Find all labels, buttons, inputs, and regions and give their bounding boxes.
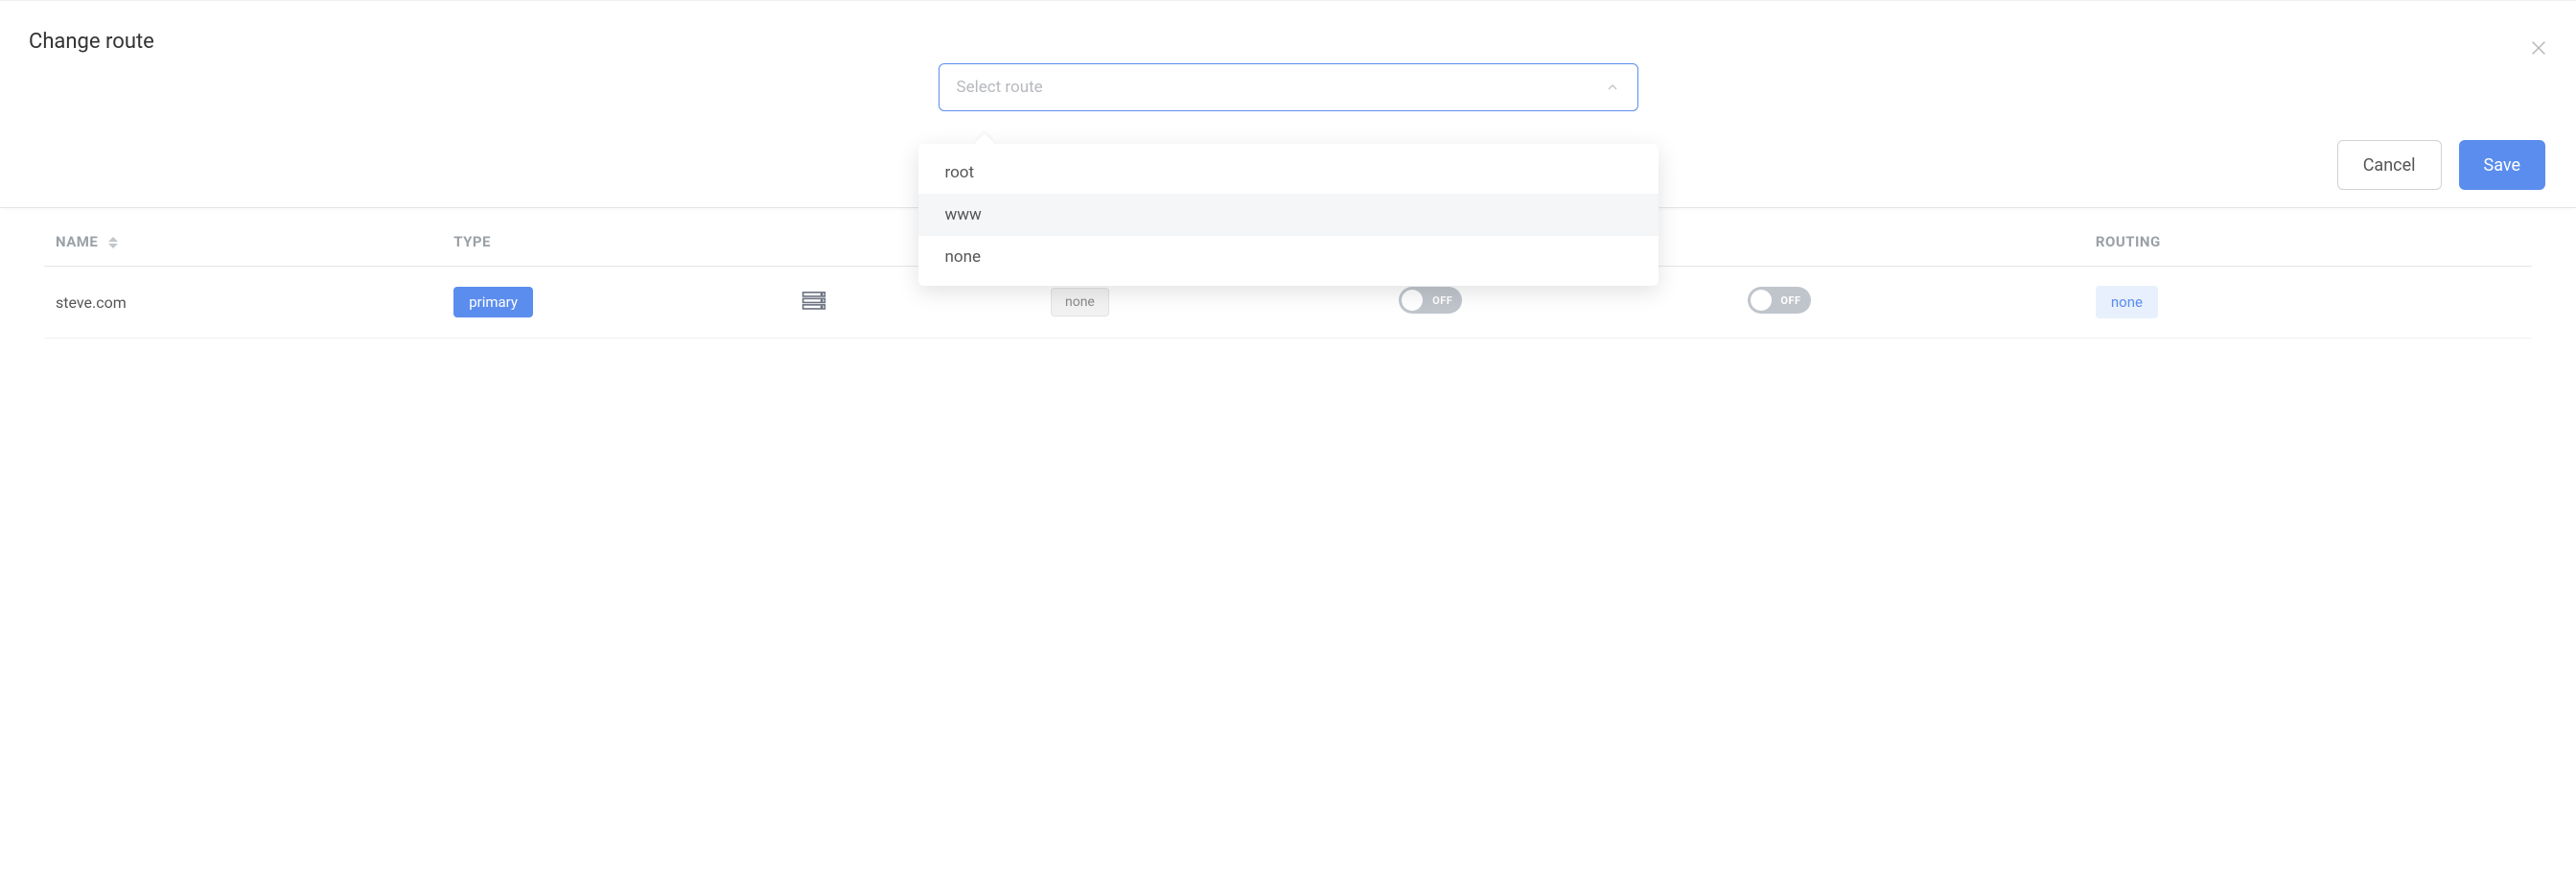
- type-tag: primary: [453, 287, 533, 317]
- routing-badge[interactable]: none: [2096, 286, 2158, 318]
- route-select-placeholder: Select route: [957, 78, 1043, 97]
- redirect-badge[interactable]: none: [1051, 288, 1109, 317]
- save-button[interactable]: Save: [2459, 140, 2546, 190]
- toggle-a-toggle[interactable]: OFF: [1399, 287, 1462, 314]
- cancel-button[interactable]: Cancel: [2337, 140, 2442, 190]
- col-routing: ROUTING: [2084, 218, 2532, 267]
- cell-name: steve.com: [44, 267, 442, 339]
- chevron-up-icon: [1605, 80, 1620, 95]
- col-name-label: NAME: [56, 233, 98, 250]
- cell-type: primary: [442, 267, 790, 339]
- close-button[interactable]: [2528, 37, 2549, 59]
- route-select[interactable]: Select route: [939, 63, 1638, 111]
- cell-toggle-b: OFF: [1736, 267, 2084, 339]
- toggle-b-toggle[interactable]: OFF: [1748, 287, 1811, 314]
- cell-routing: none: [2084, 267, 2532, 339]
- route-option-none[interactable]: none: [918, 236, 1659, 278]
- col-name[interactable]: NAME: [44, 218, 442, 267]
- route-option-root[interactable]: root: [918, 152, 1659, 194]
- col-toggle-b: [1736, 218, 2084, 267]
- route-select-dropdown: rootwwwnone: [918, 144, 1659, 286]
- modal-title: Change route: [29, 30, 2547, 54]
- sort-icon: [108, 237, 118, 248]
- col-type: TYPE: [442, 218, 790, 267]
- records-icon[interactable]: [801, 290, 826, 311]
- close-icon: [2528, 37, 2549, 59]
- route-option-www[interactable]: www: [918, 194, 1659, 236]
